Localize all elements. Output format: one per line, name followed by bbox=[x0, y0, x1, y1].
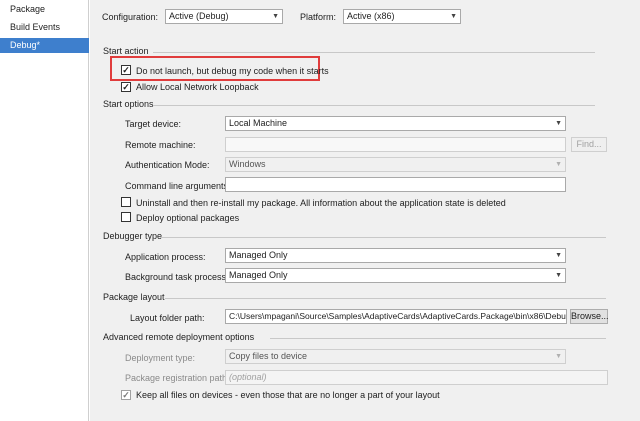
package-layout-title: Package layout bbox=[103, 292, 165, 302]
section-divider bbox=[153, 52, 595, 53]
configuration-select-value: Active (Debug) bbox=[169, 11, 229, 21]
cmd-args-label: Command line arguments: bbox=[125, 181, 231, 191]
auth-mode-label: Authentication Mode: bbox=[125, 160, 210, 170]
app-process-select[interactable]: Managed Only ▼ bbox=[225, 248, 566, 263]
platform-select[interactable]: Active (x86) ▼ bbox=[343, 9, 461, 24]
sidebar-item-debug[interactable]: Debug* bbox=[0, 38, 89, 53]
uninstall-checkbox[interactable] bbox=[121, 197, 131, 207]
deployment-type-label: Deployment type: bbox=[125, 353, 196, 363]
uninstall-label: Uninstall and then re-install my package… bbox=[136, 198, 506, 208]
bg-task-value: Managed Only bbox=[229, 270, 288, 280]
chevron-down-icon: ▼ bbox=[555, 252, 562, 259]
platform-label: Platform: bbox=[300, 12, 337, 22]
sidebar-nav: Package Build Events Debug* bbox=[0, 0, 89, 421]
section-divider bbox=[153, 105, 595, 106]
do-not-launch-checkbox[interactable]: ✓ bbox=[121, 65, 131, 75]
deploy-optional-checkbox[interactable] bbox=[121, 212, 131, 222]
debugger-type-title: Debugger type bbox=[103, 231, 163, 241]
app-process-label: Application process: bbox=[125, 252, 206, 262]
bg-task-select[interactable]: Managed Only ▼ bbox=[225, 268, 566, 283]
chevron-down-icon: ▼ bbox=[272, 13, 279, 20]
section-divider bbox=[160, 237, 606, 238]
keep-files-label: Keep all files on devices - even those t… bbox=[136, 390, 440, 400]
start-options-title: Start options bbox=[103, 99, 154, 109]
remote-machine-label: Remote machine: bbox=[125, 140, 196, 150]
platform-select-value: Active (x86) bbox=[347, 11, 395, 21]
cmd-args-input[interactable] bbox=[225, 177, 566, 192]
configuration-label: Configuration: bbox=[102, 12, 159, 22]
checkmark-icon: ✓ bbox=[122, 65, 130, 75]
browse-button[interactable]: Browse... bbox=[570, 309, 609, 324]
loopback-label: Allow Local Network Loopback bbox=[136, 82, 259, 92]
section-divider bbox=[270, 338, 606, 339]
chevron-down-icon: ▼ bbox=[450, 13, 457, 20]
layout-folder-label: Layout folder path: bbox=[130, 313, 205, 323]
checkmark-icon: ✓ bbox=[122, 390, 130, 400]
deployment-type-value: Copy files to device bbox=[229, 351, 308, 361]
configuration-select[interactable]: Active (Debug) ▼ bbox=[165, 9, 283, 24]
auth-mode-select[interactable]: Windows ▼ bbox=[225, 157, 566, 172]
chevron-down-icon: ▼ bbox=[555, 120, 562, 127]
chevron-down-icon: ▼ bbox=[555, 353, 562, 360]
advanced-remote-title: Advanced remote deployment options bbox=[103, 332, 255, 342]
registration-path-input[interactable]: (optional) bbox=[225, 370, 608, 385]
chevron-down-icon: ▼ bbox=[555, 272, 562, 279]
remote-machine-input[interactable] bbox=[225, 137, 566, 152]
keep-files-checkbox[interactable]: ✓ bbox=[121, 390, 131, 400]
section-divider bbox=[165, 298, 606, 299]
target-device-label: Target device: bbox=[125, 119, 182, 129]
do-not-launch-label: Do not launch, but debug my code when it… bbox=[136, 66, 329, 76]
auth-mode-value: Windows bbox=[229, 159, 266, 169]
sidebar-item-package[interactable]: Package bbox=[0, 2, 89, 17]
deployment-type-select[interactable]: Copy files to device ▼ bbox=[225, 349, 566, 364]
checkmark-icon: ✓ bbox=[122, 82, 130, 92]
sidebar-item-build-events[interactable]: Build Events bbox=[0, 20, 89, 35]
bg-task-label: Background task process: bbox=[125, 272, 229, 282]
chevron-down-icon: ▼ bbox=[555, 161, 562, 168]
layout-folder-input[interactable]: C:\Users\mpagani\Source\Samples\Adaptive… bbox=[225, 309, 567, 324]
deploy-optional-label: Deploy optional packages bbox=[136, 213, 240, 223]
find-button[interactable]: Find... bbox=[571, 137, 607, 152]
loopback-checkbox[interactable]: ✓ bbox=[121, 82, 131, 92]
target-device-select[interactable]: Local Machine ▼ bbox=[225, 116, 566, 131]
target-device-value: Local Machine bbox=[229, 118, 288, 128]
app-process-value: Managed Only bbox=[229, 250, 288, 260]
registration-path-label: Package registration path: bbox=[125, 373, 230, 383]
